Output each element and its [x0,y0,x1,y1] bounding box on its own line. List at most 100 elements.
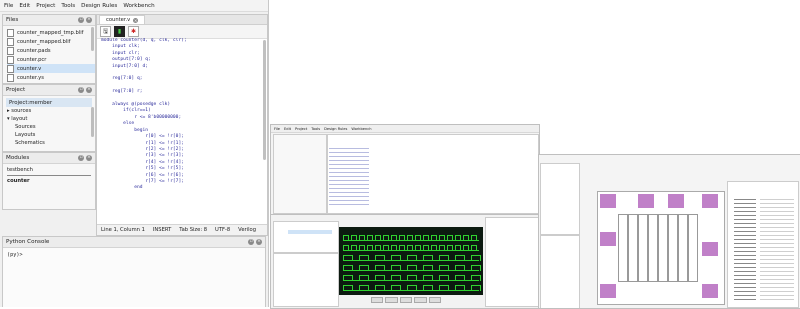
wave-pulse [343,235,349,241]
wave-pulse [359,245,365,251]
panel-buttons: ▫ × [78,17,92,23]
wave-control-button[interactable] [414,297,427,303]
module-filter-input[interactable]: testbench [7,167,91,176]
thumbnail-signal-list [273,253,339,307]
layout-cell [658,214,668,282]
float-icon[interactable]: ▫ [248,239,254,245]
wave-pulse [383,235,389,241]
file-name: counter.pads [17,47,51,54]
close-icon[interactable]: × [86,17,92,23]
wave-pulse [423,285,433,291]
layout-pad[interactable] [702,194,718,208]
file-item-selected[interactable]: counter.v [7,64,95,73]
main-window: File Edit Project Tools Design Rules Wor… [0,0,269,307]
wave-pulse [343,285,353,291]
close-icon[interactable]: × [86,87,92,93]
wave-pulse [343,275,353,281]
tab-counter-v[interactable]: counter.v × [99,15,146,24]
wave-pulse [391,255,401,261]
close-icon[interactable]: × [86,155,92,161]
layout-pad[interactable] [668,194,684,208]
wave-control-button[interactable] [428,297,442,303]
files-panel-header: Files ▫ × [3,15,95,26]
tree-item-sources[interactable]: ▸ sources [3,107,95,115]
wave-pulse [439,245,445,251]
file-item[interactable]: counter_mapped_tmp.blif [7,28,95,37]
wave-pulse [439,255,449,261]
language-select[interactable]: Verilog [238,227,256,233]
menu-file[interactable]: File [4,3,13,9]
layout-pad[interactable] [600,284,616,298]
tree-label: sources [11,108,32,114]
wave-control-button[interactable] [371,297,384,303]
menu-tools[interactable]: Tools [61,3,75,9]
tab-size-select[interactable]: Tab Size: 8 [179,227,207,233]
layout-canvas[interactable] [597,191,725,305]
menu-project[interactable]: Project [36,3,55,9]
file-name: counter.ys [17,74,44,81]
terminal-icon[interactable]: ▮ [114,26,125,37]
wave-pulse [383,245,389,251]
wave-pulse [375,245,381,251]
tab-label: counter.v [106,17,131,23]
files-scrollbar[interactable] [91,27,94,51]
file-item[interactable]: counter_mapped.blif [7,37,95,46]
wave-pulse [407,285,417,291]
wave-pulse [359,235,365,241]
project-root[interactable]: Project:member [6,98,92,107]
wave-pulse [375,235,381,241]
editor-tabbar: counter.v × [97,15,267,25]
wave-pulse [423,255,433,261]
build-icon[interactable]: ✱ [128,26,139,37]
wave-pulse [455,275,465,281]
tree-item-schematics[interactable]: Schematics [3,139,95,147]
mini-menu-item: Workbench [351,126,372,131]
float-icon[interactable]: ▫ [78,17,84,23]
thumbnail-layer-panel [727,181,799,308]
wave-pulse [375,265,385,271]
float-icon[interactable]: ▫ [78,155,84,161]
wave-pulse [471,275,481,281]
wave-pulse [399,245,405,251]
project-scrollbar[interactable] [91,107,94,137]
close-icon[interactable]: × [133,17,139,23]
float-icon[interactable]: ▫ [78,87,84,93]
tree-item-layouts[interactable]: Layouts [3,131,95,139]
close-icon[interactable]: × [256,239,262,245]
console-input[interactable]: (py)> [3,248,265,262]
file-item[interactable]: counter.ys [7,73,95,82]
file-item[interactable]: counter.pads [7,46,95,55]
layout-pad[interactable] [702,242,718,256]
wave-pulse [447,235,453,241]
thumbnail-wave-window [270,214,540,309]
wave-pulse [423,235,429,241]
editor-scrollbar[interactable] [263,40,266,160]
wave-pulse [367,235,373,241]
waveform-view[interactable] [339,227,483,295]
layout-cell [638,214,648,282]
code-area[interactable]: module counter(d, q, clk, clr); input cl… [97,38,261,188]
layout-pad[interactable] [600,232,616,246]
wave-pulse [423,245,429,251]
layout-pad[interactable] [638,194,654,208]
menu-workbench[interactable]: Workbench [123,3,154,9]
encoding-select[interactable]: UTF-8 [215,227,230,233]
wave-control-button[interactable] [385,297,398,303]
wave-pulse [351,245,357,251]
editor-pane: counter.v × 🖫 ▮ ✱ module counter(d, q, c… [96,14,268,236]
layout-pad[interactable] [702,284,718,298]
save-icon[interactable]: 🖫 [100,26,111,37]
menu-design-rules[interactable]: Design Rules [81,3,117,9]
wave-control-button[interactable] [399,297,413,303]
tree-item-sources-sub[interactable]: Sources [3,123,95,131]
tree-item-layout[interactable]: ▾ layout [3,115,95,123]
wave-pulse [375,275,385,281]
menu-edit[interactable]: Edit [19,3,30,9]
layout-pad[interactable] [600,194,616,208]
wave-pulse [439,285,449,291]
module-item[interactable]: counter [3,176,95,186]
file-item[interactable]: counter.pcr [7,55,95,64]
python-console: Python Console ▫ × (py)> [2,236,266,307]
mini-menu-item: Tools [311,126,321,131]
file-icon [7,64,14,73]
